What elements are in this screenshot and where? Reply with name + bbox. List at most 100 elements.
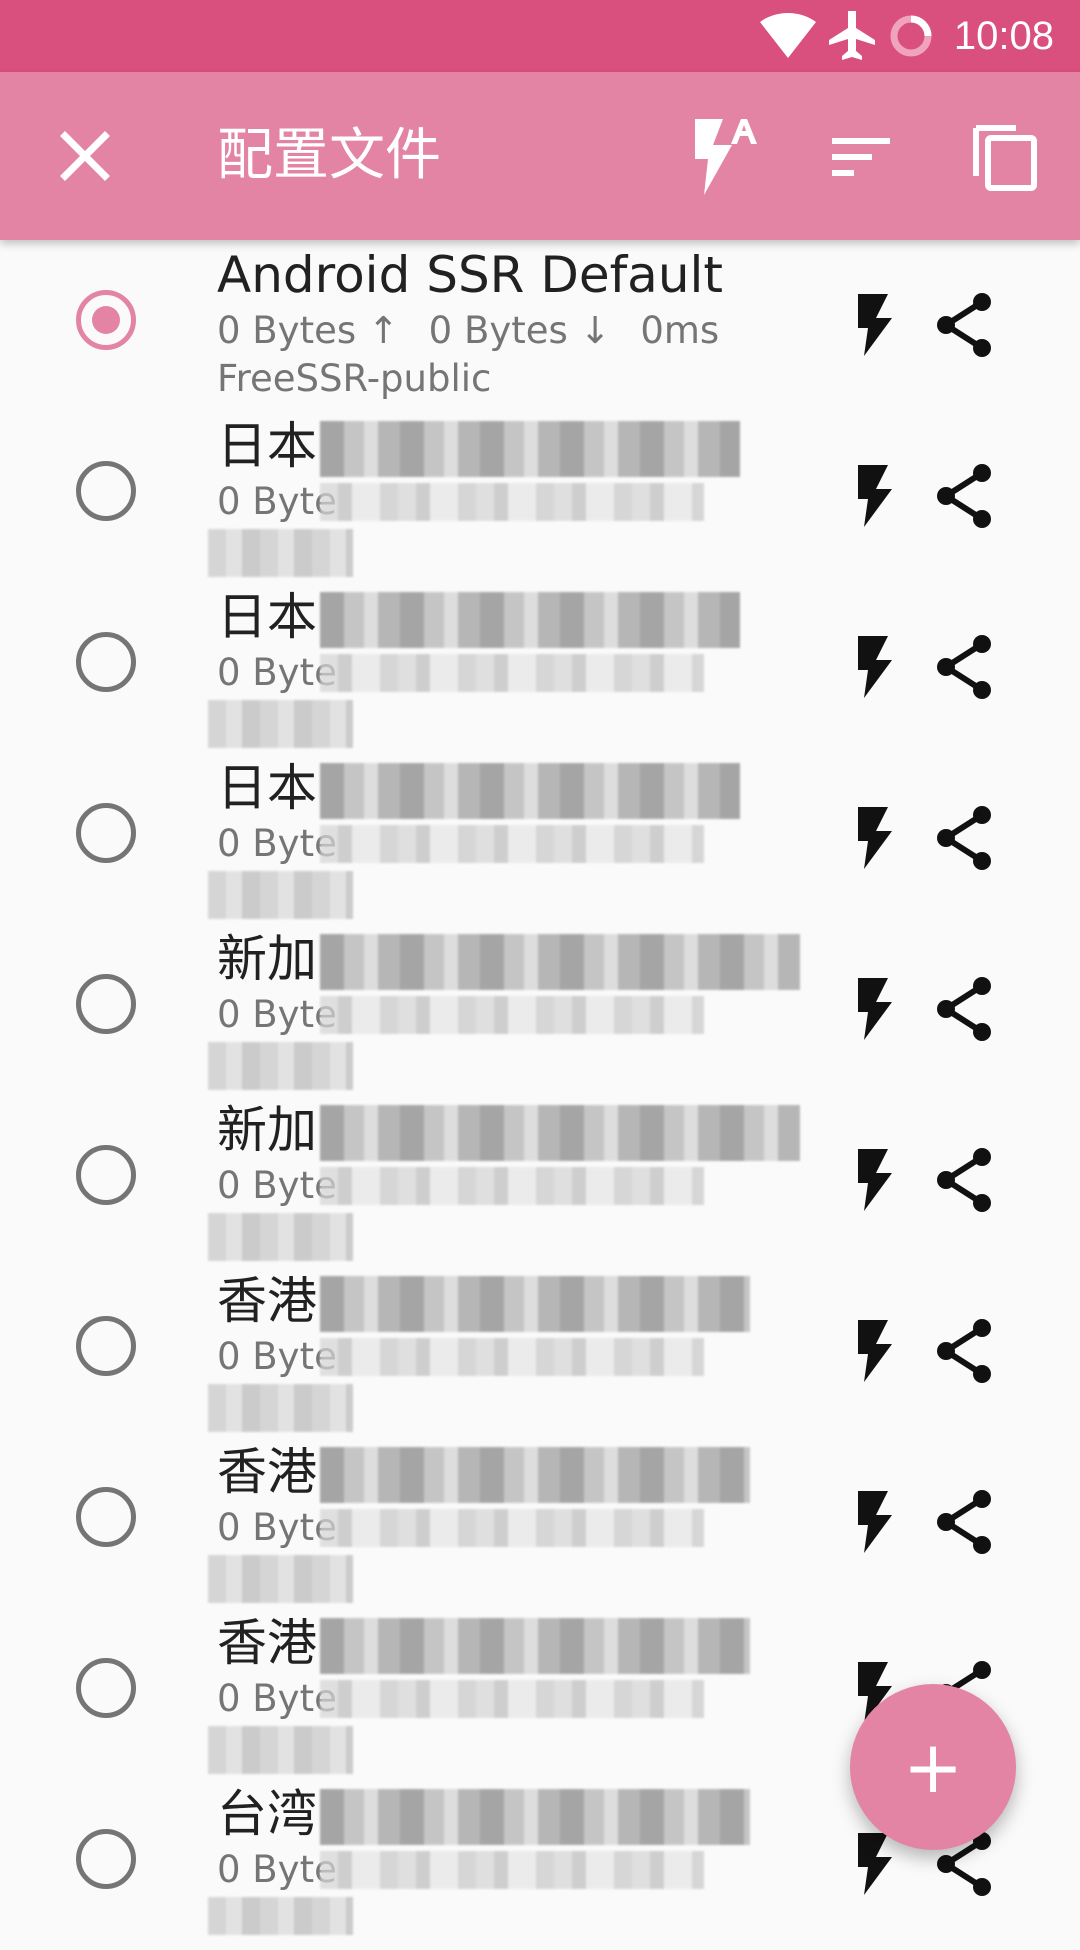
profile-title: 新加 xyxy=(217,930,317,988)
redacted-stats-blur xyxy=(320,483,704,521)
sort-button[interactable] xyxy=(812,106,912,206)
redacted-group-blur xyxy=(208,529,353,577)
redacted-title-blur xyxy=(320,1618,750,1674)
upload-stat: 0 Byte xyxy=(217,1164,337,1207)
redacted-group-blur xyxy=(208,1555,353,1603)
copy-icon xyxy=(973,125,1037,191)
redacted-group-blur xyxy=(208,1042,353,1090)
profile-title: 香港 xyxy=(217,1443,317,1501)
profile-title: 香港 xyxy=(217,1614,317,1672)
redacted-stats-blur xyxy=(320,1509,704,1547)
redacted-group-blur xyxy=(208,1384,353,1432)
test-profile-icon[interactable] xyxy=(848,1316,898,1386)
redacted-title-blur xyxy=(320,1276,750,1332)
test-profile-icon[interactable] xyxy=(848,1487,898,1557)
upload-stat: 0 Byte xyxy=(217,651,337,694)
upload-stat: 0 Bytes ↑ xyxy=(217,309,399,352)
share-icon[interactable] xyxy=(934,1316,998,1386)
test-profile-icon[interactable] xyxy=(848,632,898,702)
profile-row[interactable]: 日本 0 Byte xyxy=(0,411,1080,582)
share-icon[interactable] xyxy=(934,290,998,360)
share-icon[interactable] xyxy=(934,803,998,873)
status-time: 10:08 xyxy=(953,14,1054,58)
profile-radio[interactable] xyxy=(76,290,136,350)
share-icon[interactable] xyxy=(934,461,998,531)
profile-row[interactable]: Android SSR Default 0 Bytes ↑ 0 Bytes ↓ … xyxy=(0,240,1080,411)
profile-row[interactable]: 香港 0 Byte xyxy=(0,1266,1080,1437)
upload-stat: 0 Byte xyxy=(217,1506,337,1549)
loading-icon xyxy=(890,15,932,57)
redacted-title-blur xyxy=(320,421,740,477)
test-profile-icon[interactable] xyxy=(848,1145,898,1215)
profile-row[interactable]: 日本 0 Byte xyxy=(0,582,1080,753)
redacted-group-blur xyxy=(208,1897,353,1935)
redacted-title-blur xyxy=(320,1447,750,1503)
profile-row[interactable]: 香港 0 Byte xyxy=(0,1437,1080,1608)
redacted-group-blur xyxy=(208,1726,353,1774)
profile-title: 日本 xyxy=(217,417,317,475)
close-button[interactable] xyxy=(35,106,135,206)
redacted-stats-blur xyxy=(320,1167,704,1205)
profile-group: FreeSSR-public xyxy=(217,357,492,400)
upload-stat: 0 Byte xyxy=(217,1848,337,1891)
copy-button[interactable] xyxy=(956,106,1056,206)
profile-radio[interactable] xyxy=(76,461,136,521)
latency-stat: 0ms xyxy=(640,309,720,352)
close-icon xyxy=(60,131,110,181)
redacted-stats-blur xyxy=(320,996,704,1034)
profile-radio[interactable] xyxy=(76,1487,136,1547)
test-profile-icon[interactable] xyxy=(848,290,898,360)
profile-stats: 0 Bytes ↑ 0 Bytes ↓ 0ms xyxy=(217,308,737,354)
flash-auto-icon xyxy=(695,119,757,195)
radio-dot xyxy=(92,306,120,334)
redacted-title-blur xyxy=(320,763,740,819)
redacted-stats-blur xyxy=(320,1680,704,1718)
profile-row[interactable]: 日本 0 Byte xyxy=(0,753,1080,924)
profile-title: Android SSR Default xyxy=(217,246,724,304)
redacted-group-blur xyxy=(208,700,353,748)
redacted-stats-blur xyxy=(320,825,704,863)
upload-stat: 0 Byte xyxy=(217,1335,337,1378)
share-icon[interactable] xyxy=(934,1145,998,1215)
profile-title: 日本 xyxy=(217,759,317,817)
test-profile-icon[interactable] xyxy=(848,803,898,873)
sort-icon xyxy=(832,138,890,176)
redacted-title-blur xyxy=(320,592,740,648)
redacted-stats-blur xyxy=(320,1851,704,1889)
wifi-icon xyxy=(760,13,816,58)
profile-radio[interactable] xyxy=(76,632,136,692)
profile-radio[interactable] xyxy=(76,1145,136,1205)
profile-title: 台湾 xyxy=(217,1785,317,1843)
share-icon[interactable] xyxy=(934,1487,998,1557)
profile-radio[interactable] xyxy=(76,1658,136,1718)
profile-radio[interactable] xyxy=(76,803,136,863)
redacted-group-blur xyxy=(208,1213,353,1261)
profile-radio[interactable] xyxy=(76,974,136,1034)
upload-stat: 0 Byte xyxy=(217,993,337,1036)
profile-title: 日本 xyxy=(217,588,317,646)
test-all-button[interactable] xyxy=(672,106,772,206)
upload-stat: 0 Byte xyxy=(217,822,337,865)
profile-radio[interactable] xyxy=(76,1829,136,1889)
upload-stat: 0 Byte xyxy=(217,480,337,523)
upload-stat: 0 Byte xyxy=(217,1677,337,1720)
status-bar: 10:08 xyxy=(0,0,1080,72)
redacted-title-blur xyxy=(320,1105,800,1161)
share-icon[interactable] xyxy=(934,974,998,1044)
add-profile-button[interactable]: + xyxy=(850,1684,1016,1850)
redacted-group-blur xyxy=(208,871,353,919)
profile-row[interactable]: 新加 0 Byte xyxy=(0,1095,1080,1266)
profile-row[interactable]: 新加 0 Byte xyxy=(0,924,1080,1095)
test-profile-icon[interactable] xyxy=(848,974,898,1044)
redacted-title-blur xyxy=(320,1789,750,1845)
profile-title: 香港 xyxy=(217,1272,317,1330)
airplane-icon xyxy=(829,11,875,60)
app-bar: 配置文件 xyxy=(0,72,1080,240)
profile-radio[interactable] xyxy=(76,1316,136,1376)
share-icon[interactable] xyxy=(934,632,998,702)
page-title: 配置文件 xyxy=(217,123,441,188)
profile-title: 新加 xyxy=(217,1101,317,1159)
test-profile-icon[interactable] xyxy=(848,1829,898,1899)
test-profile-icon[interactable] xyxy=(848,461,898,531)
download-stat: 0 Bytes ↓ xyxy=(428,309,611,352)
